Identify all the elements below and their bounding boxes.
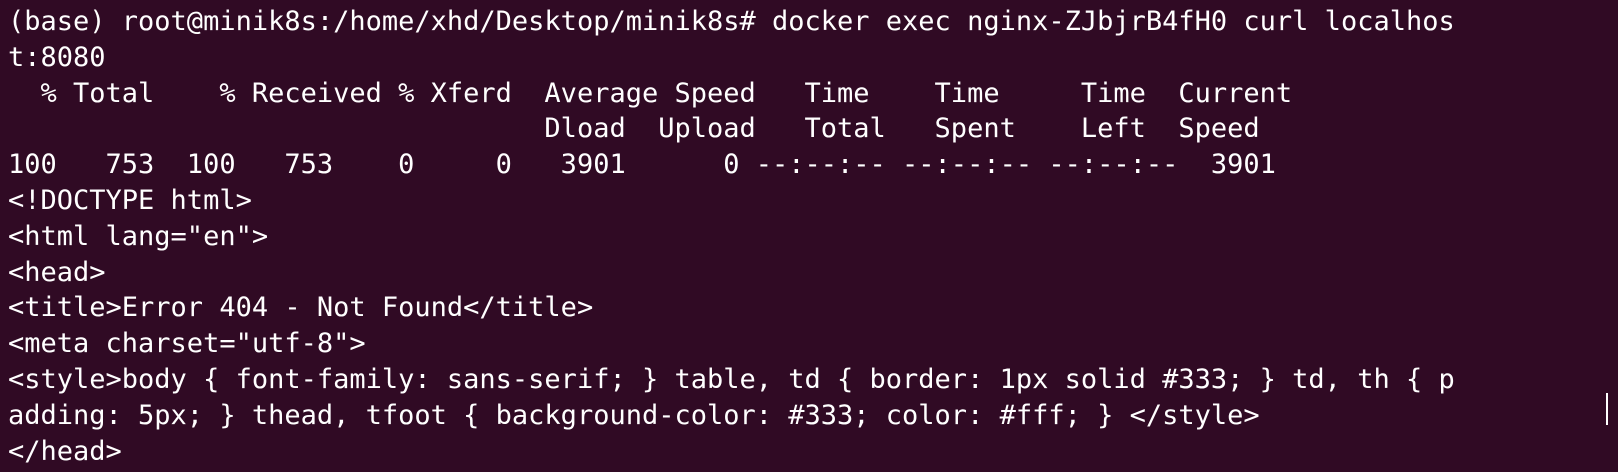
- output-line: <title>Error 404 - Not Found</title>: [8, 292, 594, 324]
- output-line: <head>: [8, 256, 106, 288]
- terminal-cursor: [1606, 393, 1608, 425]
- output-line: adding: 5px; } thead, tfoot { background…: [8, 399, 1260, 431]
- output-line: <meta charset="utf-8">: [8, 328, 366, 360]
- curl-progress-values: 100 753 100 753 0 0 3901 0 --:--:-- --:-…: [8, 149, 1276, 181]
- output-line: <style>body { font-family: sans-serif; }…: [8, 363, 1455, 395]
- output-line: </head>: [8, 435, 122, 467]
- terminal-window[interactable]: (base) root@minik8s:/home/xhd/Desktop/mi…: [0, 0, 1618, 472]
- curl-progress-header: % Total % Received % Xferd Average Speed…: [8, 77, 1293, 109]
- output-line: <!DOCTYPE html>: [8, 184, 252, 216]
- output-line: <html lang="en">: [8, 220, 269, 252]
- prompt-command-line: (base) root@minik8s:/home/xhd/Desktop/mi…: [8, 6, 1455, 37]
- command-wrap-line: t:8080: [8, 41, 106, 73]
- curl-progress-subheader: Dload Upload Total Spent Left Speed: [8, 113, 1260, 145]
